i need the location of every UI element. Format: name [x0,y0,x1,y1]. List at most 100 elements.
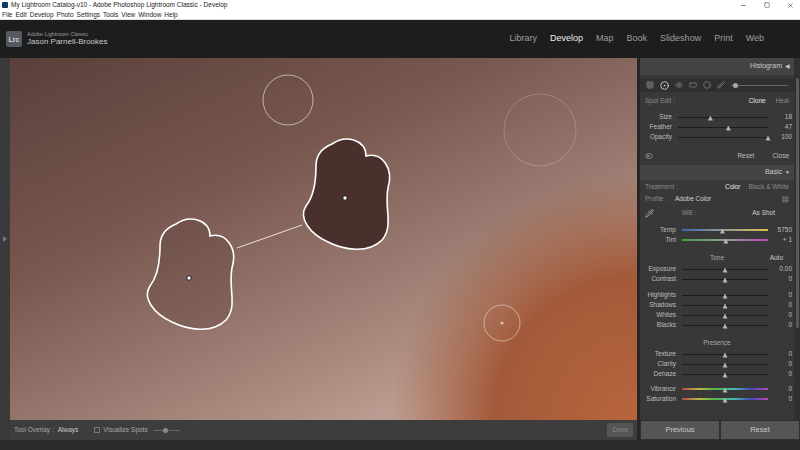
module-tab[interactable]: Book [627,32,648,46]
lrc-logo: Lrc [6,31,22,47]
close-icon[interactable] [787,2,794,9]
brush-icon[interactable] [717,81,725,89]
crop-icon[interactable] [646,81,654,89]
tool-strip [640,78,794,92]
slider-row[interactable]: Temp5750 [640,225,794,235]
treatment-option[interactable]: Black & White [749,182,789,192]
slider-value: 18 [768,112,794,122]
slider-track[interactable] [678,124,768,131]
slider-track[interactable] [682,351,768,358]
module-tab[interactable]: Map [596,32,614,46]
overlay-value[interactable]: Always [58,425,79,435]
left-panel-collapsed[interactable] [0,58,10,420]
spot-mode[interactable]: Heal [776,96,789,106]
menu-item[interactable]: Edit [15,10,26,19]
menu-item[interactable]: Window [138,10,161,19]
footer-button[interactable]: Previous [641,421,719,438]
slider-track[interactable] [682,312,768,319]
graduated-filter-icon[interactable] [689,81,697,89]
spot-overlay[interactable] [10,58,637,420]
tool-slider[interactable] [731,85,788,86]
red-eye-icon[interactable] [675,81,683,89]
spot-sliders: Size18Feather 47Opacity100 [640,112,794,142]
slider-row[interactable]: Shadows0 [640,300,794,310]
slider-track[interactable] [682,386,768,393]
slider-row[interactable]: Opacity100 [640,132,794,142]
slider-row[interactable]: Whites0 [640,310,794,320]
expand-arrow-icon[interactable] [3,236,7,242]
slider-row[interactable]: Size18 [640,112,794,122]
spot-mode[interactable]: Clone [749,96,766,106]
spot-actions: Reset Close [640,150,794,162]
panel-arrow[interactable]: ▼ [785,169,790,177]
panel-switch-icon[interactable] [645,152,653,160]
histogram-header[interactable]: Histogram◀ [640,58,794,75]
slider-track[interactable] [682,227,768,234]
slider-row[interactable]: Tint+ 1 [640,235,794,245]
slider-value: 47 [768,122,794,132]
slider-label: Tint [640,235,682,245]
slider-label: Whites [640,310,682,320]
profile-value[interactable]: Adobe Color [675,194,782,204]
radial-filter-icon[interactable] [703,81,711,89]
menu-item[interactable]: View [121,10,135,19]
slider-track[interactable] [678,114,768,121]
slider-track[interactable] [682,292,768,299]
slider-row[interactable]: Clarity0 [640,359,794,369]
eyedropper-icon[interactable] [645,209,654,218]
slider-value: 0 [768,394,794,404]
photo-canvas[interactable] [10,58,637,420]
slider-track[interactable] [682,237,768,244]
footer-button[interactable]: Reset [721,421,799,438]
spot-button[interactable]: Reset [737,151,754,161]
slider-row[interactable]: Saturation0 [640,394,794,404]
slider-track[interactable] [682,361,768,368]
slider-track[interactable] [682,371,768,378]
wb-label: WB : [682,208,696,218]
module-tab[interactable]: Slideshow [660,32,701,46]
wb-value[interactable]: As Shot [752,208,775,218]
visualize-checkbox[interactable] [94,427,100,433]
spot-button[interactable]: Close [772,151,789,161]
slider-track[interactable] [678,134,768,141]
slider-group: Vibrance0Saturation0 [640,384,794,404]
slider-track[interactable] [682,302,768,309]
slider-track[interactable] [682,396,768,403]
panel-arrow[interactable]: ◀ [785,62,790,71]
treatment-option[interactable]: Color [725,182,741,192]
minimize-icon[interactable] [740,2,747,9]
slider-track[interactable] [682,266,768,273]
slider-track[interactable] [682,322,768,329]
basic-header[interactable]: Basic▼ [640,165,794,180]
module-tab[interactable]: Develop [550,32,583,46]
footer-buttons: PreviousReset [640,420,800,440]
slider-row[interactable]: Contrast0 [640,274,794,284]
treatment-row: Treatment :ColorBlack & White [640,182,794,192]
slider-value: 0 [768,369,794,379]
menu-item[interactable]: Develop [30,10,54,19]
auto-button[interactable]: Auto [741,253,789,263]
slider-row[interactable]: Feather 47 [640,122,794,132]
panel-scrollbar[interactable] [794,58,800,420]
module-tab[interactable]: Library [510,32,538,46]
done-button[interactable]: Done [607,423,633,437]
slider-track[interactable] [682,276,768,283]
module-tab[interactable]: Print [714,32,733,46]
menu-item[interactable]: Settings [77,10,101,19]
slider-row[interactable]: Blacks0 [640,320,794,330]
menu-item[interactable]: Tools [103,10,118,19]
slider-row[interactable]: Texture0 [640,349,794,359]
visualize-slider[interactable] [154,430,180,431]
slider-row[interactable]: Vibrance0 [640,384,794,394]
slider-row[interactable]: Exposure0.00 [640,264,794,274]
module-tab[interactable]: Web [746,32,764,46]
spot-removal-icon[interactable] [660,81,669,90]
slider-row[interactable]: Highlights0 [640,290,794,300]
profile-browser-icon[interactable] [782,196,789,203]
menu-item[interactable]: Help [164,10,177,19]
menu-item[interactable]: File [2,10,12,19]
menu-item[interactable]: Photo [57,10,74,19]
slider-label: Feather [640,122,678,132]
maximize-icon[interactable] [764,2,770,8]
slider-row[interactable]: Dehaze0 [640,369,794,379]
